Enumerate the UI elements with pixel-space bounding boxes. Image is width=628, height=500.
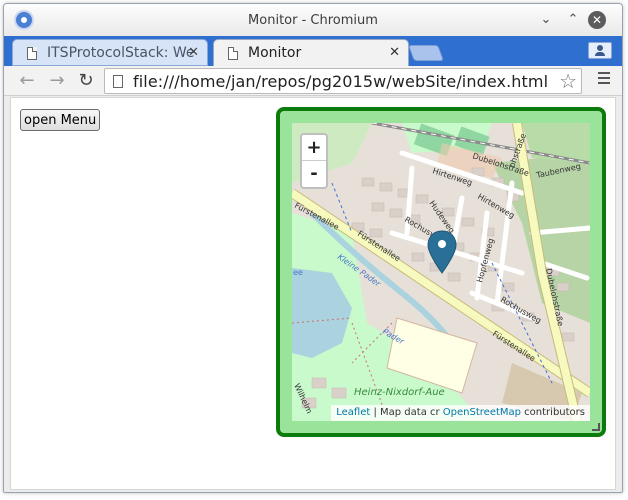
water-label: ee xyxy=(293,268,303,277)
chrome-menu-icon[interactable] xyxy=(598,72,610,88)
map[interactable]: Fürstenallee Fürstenallee Fürstenallee R… xyxy=(292,123,590,421)
close-window-button[interactable]: ✕ xyxy=(588,11,606,29)
maximize-button[interactable]: ⌃ xyxy=(564,11,582,29)
tab-close-icon[interactable]: ✕ xyxy=(188,40,199,65)
forward-button[interactable]: → xyxy=(46,70,68,92)
tab-label: ITSProtocolStack: We xyxy=(47,45,195,61)
attribution-text: | Map data cr xyxy=(370,407,443,418)
title-bar: Monitor - Chromium ⌄ ⌃ ✕ xyxy=(4,4,622,36)
tab-close-icon[interactable]: ✕ xyxy=(389,40,400,66)
new-tab-button[interactable] xyxy=(408,45,444,61)
map-tiles[interactable]: Fürstenallee Fürstenallee Fürstenallee R… xyxy=(292,123,590,421)
address-bar[interactable]: file:///home/jan/repos/pg2015w/webSite/i… xyxy=(104,68,582,94)
document-icon xyxy=(228,47,238,60)
reload-button[interactable]: ↻ xyxy=(75,70,97,92)
browser-window: Monitor - Chromium ⌄ ⌃ ✕ ITSProtocolStac… xyxy=(3,3,623,493)
openstreetmap-link[interactable]: OpenStreetMap xyxy=(443,407,521,418)
map-attribution: Leaflet | Map data cr OpenStreetMap cont… xyxy=(331,405,590,421)
url-text[interactable]: file:///home/jan/repos/pg2015w/webSite/i… xyxy=(133,72,548,91)
page-viewport: open Menu Fürstenallee Fürstenallee Fürs… xyxy=(10,97,616,490)
minimize-button[interactable]: ⌄ xyxy=(537,11,555,29)
tab-monitor[interactable]: Monitor ✕ xyxy=(213,39,409,66)
map-container: Fürstenallee Fürstenallee Fürstenallee R… xyxy=(276,107,606,437)
tab-label: Monitor xyxy=(248,45,302,61)
page-info-icon[interactable] xyxy=(113,75,123,88)
zoom-out-button[interactable]: - xyxy=(302,161,326,187)
browser-toolbar: ← → ↻ file:///home/jan/repos/pg2015w/web… xyxy=(4,66,622,96)
open-menu-button[interactable]: open Menu xyxy=(20,109,101,131)
resize-grip-icon[interactable] xyxy=(592,423,600,431)
attribution-text: contributors xyxy=(521,407,585,418)
profile-icon[interactable] xyxy=(588,42,612,59)
zoom-control: + - xyxy=(300,133,328,189)
bookmark-star-icon[interactable]: ☆ xyxy=(559,70,577,92)
back-button[interactable]: ← xyxy=(16,70,38,92)
tab-strip: ITSProtocolStack: We ✕ Monitor ✕ xyxy=(4,36,622,66)
park-label: Heinz-Nixdorf-Aue xyxy=(354,387,445,398)
document-icon xyxy=(27,47,37,60)
window-title: Monitor - Chromium xyxy=(248,13,378,28)
tab-itsprotocolstack[interactable]: ITSProtocolStack: We ✕ xyxy=(12,39,208,66)
leaflet-link[interactable]: Leaflet xyxy=(336,407,370,418)
zoom-in-button[interactable]: + xyxy=(302,135,326,161)
